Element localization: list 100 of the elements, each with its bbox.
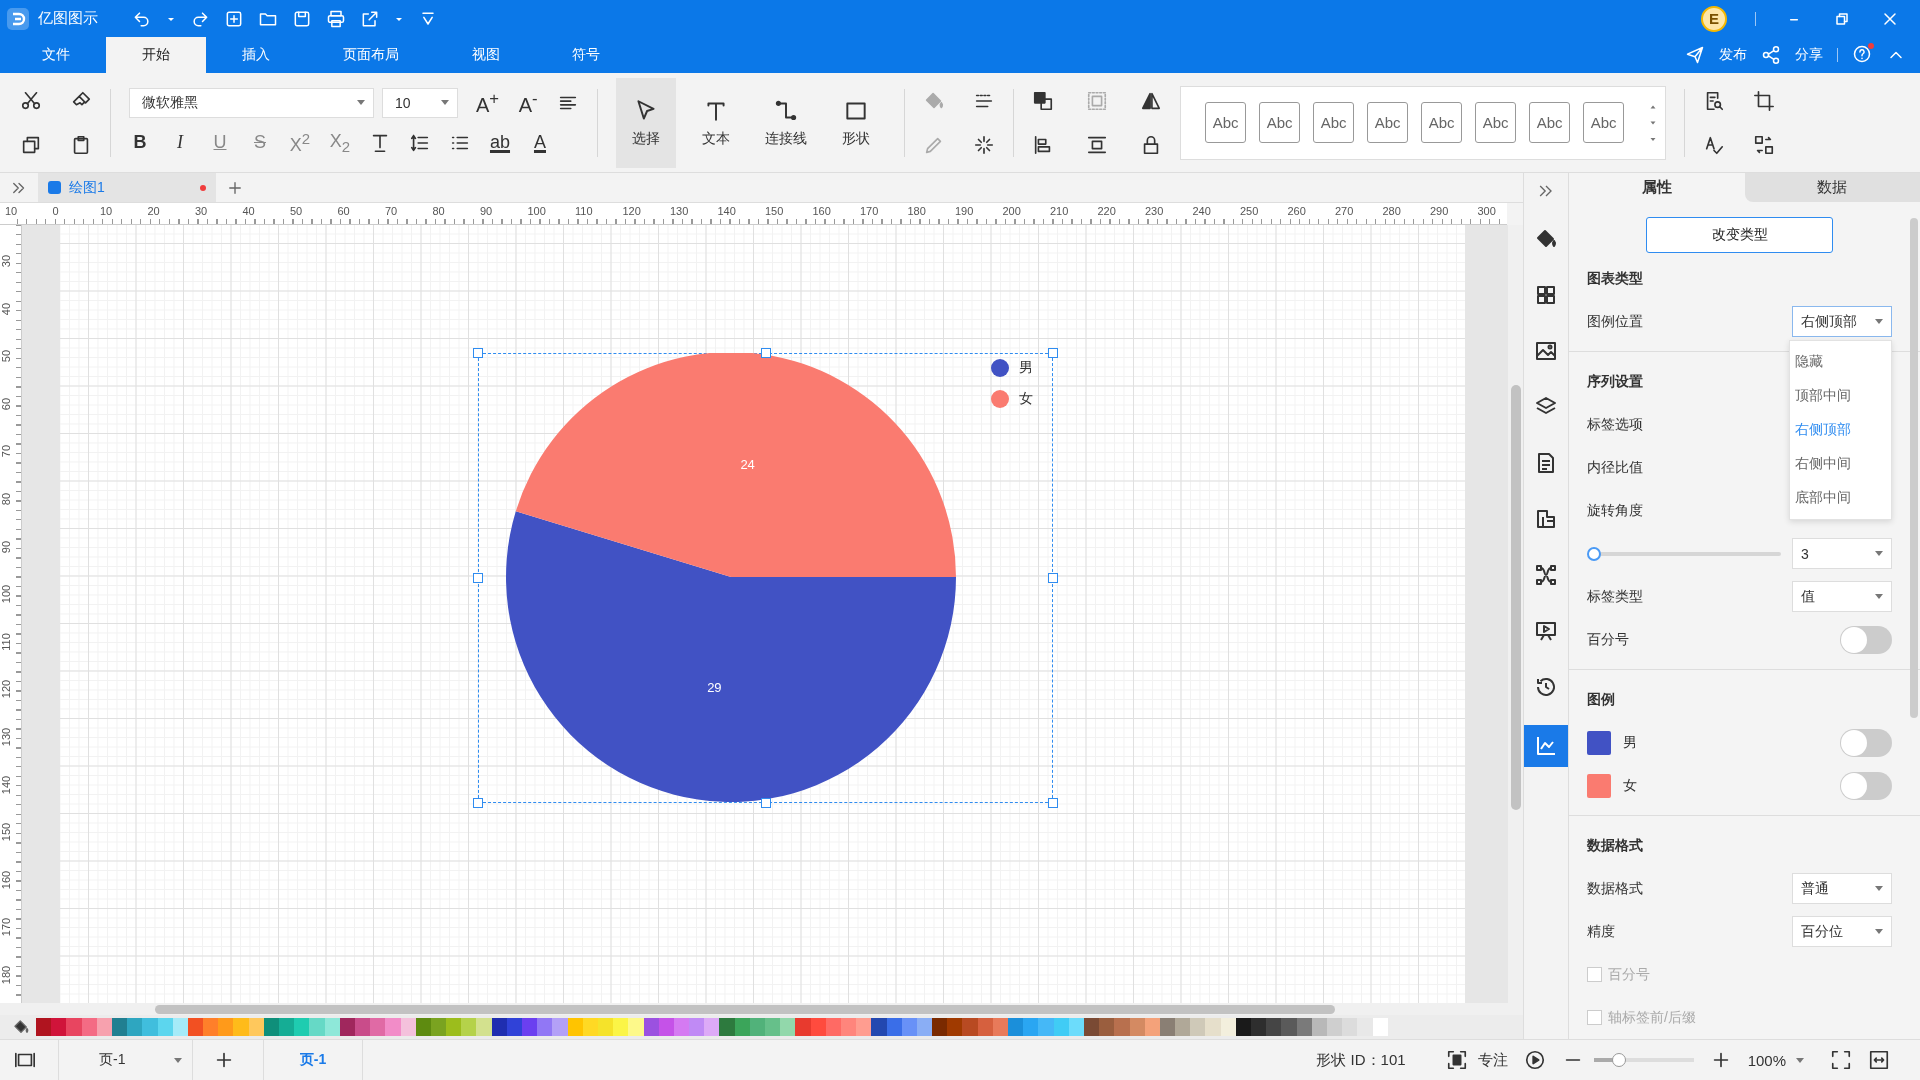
page-dropdown[interactable]: 页-1 <box>58 1040 193 1080</box>
share-button[interactable]: 分享 <box>1795 46 1823 64</box>
style-swatch[interactable]: Abc <box>1529 102 1571 143</box>
menu-item[interactable]: 右侧顶部 <box>1790 413 1891 447</box>
color-swatch[interactable] <box>51 1018 67 1036</box>
color-swatch[interactable] <box>1357 1018 1373 1036</box>
color-swatch[interactable] <box>1099 1018 1115 1036</box>
style-swatch[interactable]: Abc <box>1259 102 1301 143</box>
color-swatch[interactable] <box>628 1018 644 1036</box>
group-icon[interactable] <box>1086 89 1109 112</box>
tool-button[interactable]: 形状 <box>826 77 887 168</box>
precision-dropdown[interactable]: 百分位 <box>1792 916 1892 947</box>
ribbon-tab[interactable]: 视图 <box>436 37 536 73</box>
scrollbar-thumb[interactable] <box>155 1005 1335 1014</box>
color-swatch[interactable] <box>370 1018 386 1036</box>
scrollbar-thumb[interactable] <box>1511 385 1521 810</box>
color-swatch[interactable] <box>552 1018 568 1036</box>
tool-button[interactable]: 选择 <box>616 77 677 168</box>
text-format-button[interactable]: B <box>129 132 151 153</box>
color-swatch[interactable] <box>385 1018 401 1036</box>
text-format-button[interactable]: X$_{2}$ <box>329 130 351 155</box>
cut-icon[interactable] <box>20 89 42 112</box>
line-chart-icon[interactable] <box>1524 725 1568 767</box>
color-swatch[interactable] <box>218 1018 234 1036</box>
color-swatch[interactable] <box>1342 1018 1358 1036</box>
font-size-dropdown[interactable]: 10 <box>382 87 458 118</box>
help-icon[interactable] <box>1852 43 1872 64</box>
text-format-button[interactable]: X$^{2}$ <box>289 129 311 156</box>
replace-icon[interactable] <box>1753 133 1776 156</box>
color-swatch[interactable] <box>522 1018 538 1036</box>
zoom-dropdown[interactable]: 100% <box>1747 1051 1804 1069</box>
ribbon-tab[interactable]: 插入 <box>206 37 306 73</box>
color-swatch[interactable] <box>962 1018 978 1036</box>
resize-handle[interactable] <box>1048 573 1058 583</box>
ribbon-tab[interactable]: 文件 <box>6 37 106 73</box>
panel-tab[interactable]: 数据 <box>1744 173 1920 202</box>
label-type-dropdown[interactable]: 值 <box>1792 581 1892 612</box>
menu-item[interactable]: 隐藏 <box>1790 345 1891 379</box>
ribbon-tab[interactable]: 符号 <box>536 37 636 73</box>
color-swatch[interactable] <box>1114 1018 1130 1036</box>
color-swatch[interactable] <box>294 1018 310 1036</box>
toggle-switch[interactable] <box>1840 771 1892 800</box>
style-swatch[interactable]: Abc <box>1313 102 1355 143</box>
toggle-switch[interactable] <box>1840 728 1892 757</box>
color-swatch[interactable] <box>446 1018 462 1036</box>
color-swatch[interactable] <box>1175 1018 1191 1036</box>
resize-handle[interactable] <box>760 348 771 358</box>
color-swatch[interactable] <box>127 1018 143 1036</box>
publish-button[interactable]: 发布 <box>1719 46 1747 64</box>
color-swatch[interactable] <box>1023 1018 1039 1036</box>
color-swatch[interactable] <box>66 1018 82 1036</box>
color-swatch[interactable] <box>1266 1018 1282 1036</box>
style-swatch[interactable]: Abc <box>1367 102 1409 143</box>
crop-icon[interactable] <box>1753 89 1776 112</box>
color-swatch[interactable] <box>1190 1018 1206 1036</box>
style-swatch[interactable]: Abc <box>1205 102 1247 143</box>
text-color-button[interactable]: A <box>529 132 551 153</box>
play-icon[interactable] <box>1523 1049 1546 1071</box>
series-color-swatch[interactable] <box>1587 730 1611 755</box>
color-swatch[interactable] <box>780 1018 796 1036</box>
color-swatch[interactable] <box>461 1018 477 1036</box>
color-swatch[interactable] <box>1008 1018 1024 1036</box>
rotation-field[interactable]: 3 <box>1792 538 1892 569</box>
tool-button[interactable]: 文本 <box>686 77 747 168</box>
resize-handle[interactable] <box>473 573 483 583</box>
focus-icon[interactable] <box>1445 1049 1468 1071</box>
text-color-button[interactable]: ab <box>489 132 511 153</box>
color-swatch[interactable] <box>537 1018 553 1036</box>
fit-width-icon[interactable] <box>1868 1049 1890 1071</box>
color-swatch[interactable] <box>476 1018 492 1036</box>
text-format-button[interactable]: S <box>249 132 271 153</box>
font-size-step-button[interactable]: A$^{+}$ <box>476 88 500 117</box>
color-swatch[interactable] <box>233 1018 249 1036</box>
legend-position-dropdown[interactable]: 右侧顶部 <box>1792 306 1892 337</box>
color-swatch[interactable] <box>719 1018 735 1036</box>
user-avatar[interactable]: E <box>1701 5 1727 32</box>
fill-bucket-icon[interactable] <box>12 1018 30 1036</box>
color-swatch[interactable] <box>1205 1018 1221 1036</box>
tool-button[interactable]: 连接线 <box>756 77 817 168</box>
font-dropdown[interactable]: 微软雅黑 <box>129 87 374 118</box>
resize-handle[interactable] <box>473 798 483 808</box>
ribbon-tab[interactable]: 页面布局 <box>306 37 436 73</box>
data-format-dropdown[interactable]: 普通 <box>1792 873 1892 904</box>
arrange-icon[interactable] <box>1032 89 1055 112</box>
document-tab[interactable]: 绘图1 <box>38 173 216 202</box>
resize-handle[interactable] <box>1048 348 1058 358</box>
scrollbar-thumb[interactable] <box>1910 218 1918 718</box>
printer-icon[interactable] <box>326 8 346 29</box>
color-swatch[interactable] <box>1251 1018 1267 1036</box>
color-swatch[interactable] <box>203 1018 219 1036</box>
style-swatch[interactable]: Abc <box>1475 102 1517 143</box>
color-swatch[interactable] <box>689 1018 705 1036</box>
color-swatch[interactable] <box>871 1018 887 1036</box>
color-swatch[interactable] <box>309 1018 325 1036</box>
resize-handle[interactable] <box>760 798 771 808</box>
color-swatch[interactable] <box>765 1018 781 1036</box>
color-swatch[interactable] <box>1281 1018 1297 1036</box>
toggle-switch[interactable] <box>1840 625 1892 654</box>
color-swatch[interactable] <box>795 1018 811 1036</box>
focus-button[interactable]: 专注 <box>1477 1050 1508 1070</box>
